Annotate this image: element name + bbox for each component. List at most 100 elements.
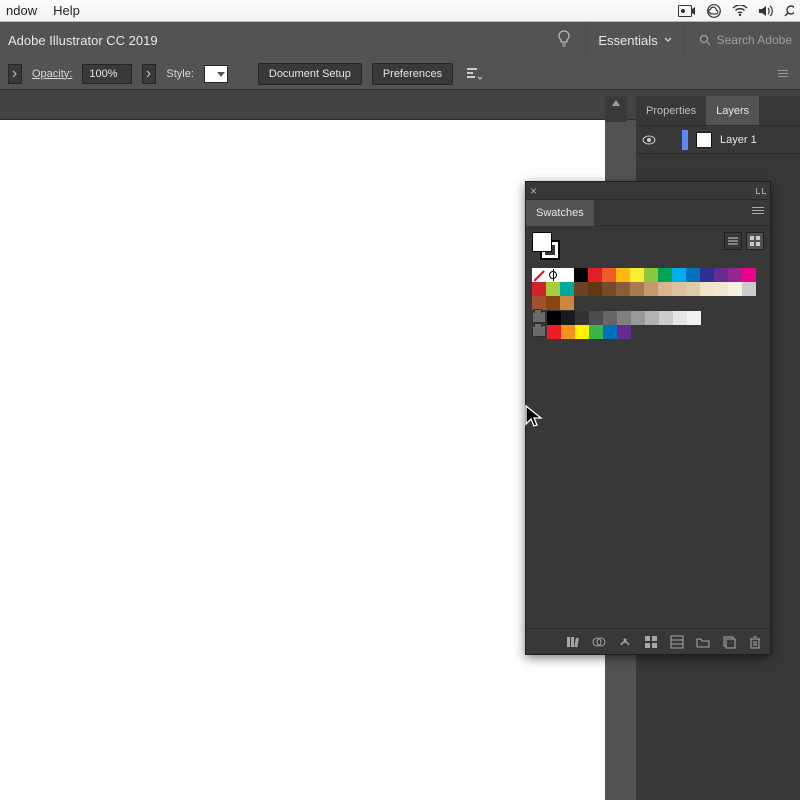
app-titlebar: Adobe Illustrator CC 2019 Essentials Sea… [0, 22, 800, 58]
swatch[interactable] [589, 311, 603, 325]
swatch[interactable] [658, 268, 672, 282]
swatch[interactable] [742, 268, 756, 282]
swatches-panel[interactable]: × Swatches [525, 181, 771, 655]
opacity-dropdown-icon[interactable] [142, 64, 156, 84]
swatch[interactable] [673, 311, 687, 325]
new-icon[interactable] [722, 635, 736, 649]
swatch[interactable] [574, 268, 588, 282]
swatch[interactable] [687, 311, 701, 325]
new-color-group-icon[interactable] [644, 635, 658, 649]
swatch[interactable] [658, 282, 672, 296]
prev-panel-icon[interactable] [8, 64, 22, 84]
swatch-group-icon[interactable] [532, 311, 546, 323]
swatch[interactable] [714, 268, 728, 282]
tab-layers[interactable]: Layers [706, 96, 759, 125]
swatch[interactable] [617, 311, 631, 325]
fill-stroke-proxy[interactable] [532, 232, 560, 260]
swatch[interactable] [631, 311, 645, 325]
swatch-options-icon[interactable] [618, 635, 632, 649]
close-icon[interactable]: × [530, 185, 537, 197]
swatch[interactable] [547, 325, 561, 339]
document-setup-button[interactable]: Document Setup [258, 63, 362, 85]
new-swatch-icon[interactable] [670, 635, 684, 649]
swatch-libraries-icon[interactable] [566, 635, 580, 649]
swatch[interactable] [700, 268, 714, 282]
swatch[interactable] [644, 282, 658, 296]
swatch-kind-icon[interactable] [592, 635, 606, 649]
artboard[interactable] [0, 120, 605, 800]
swatch[interactable] [532, 268, 546, 282]
swatch[interactable] [630, 268, 644, 282]
swatch[interactable] [728, 282, 742, 296]
swatch[interactable] [532, 282, 546, 296]
swatch[interactable] [560, 282, 574, 296]
swatch[interactable] [616, 268, 630, 282]
control-bar: Opacity: 100% Style: Document Setup Pref… [0, 58, 800, 90]
swatch[interactable] [588, 268, 602, 282]
tips-bulb-icon[interactable] [557, 30, 571, 51]
visibility-icon[interactable] [642, 133, 656, 147]
swatch[interactable] [645, 311, 659, 325]
workspace-switcher[interactable]: Essentials [585, 22, 684, 58]
swatch[interactable] [728, 268, 742, 282]
swatch[interactable] [546, 282, 560, 296]
tab-properties[interactable]: Properties [636, 96, 706, 125]
scroll-arrow-up[interactable] [605, 96, 627, 122]
search-icon-partial[interactable] [784, 4, 794, 18]
layer-name[interactable]: Layer 1 [720, 134, 757, 146]
swatch[interactable] [588, 282, 602, 296]
swatch-group-icon[interactable] [532, 325, 546, 337]
screen-record-icon[interactable] [678, 5, 696, 17]
swatch[interactable] [686, 282, 700, 296]
list-view-icon[interactable] [724, 232, 742, 250]
swatch[interactable] [630, 282, 644, 296]
swatch[interactable] [617, 325, 631, 339]
trash-icon[interactable] [748, 635, 762, 649]
creative-cloud-icon[interactable] [706, 4, 722, 18]
swatch[interactable] [616, 282, 630, 296]
volume-icon[interactable] [758, 5, 774, 17]
swatch[interactable] [560, 268, 574, 282]
tab-swatches[interactable]: Swatches [526, 200, 594, 226]
preferences-button[interactable]: Preferences [372, 63, 453, 85]
panel-dock-icon[interactable] [774, 62, 792, 86]
swatch[interactable] [644, 268, 658, 282]
swatch[interactable] [546, 296, 560, 310]
swatch[interactable] [561, 325, 575, 339]
menu-help[interactable]: Help [53, 3, 80, 18]
swatches-footer [526, 628, 770, 654]
menu-window[interactable]: ndow [6, 3, 37, 18]
swatch[interactable] [672, 282, 686, 296]
swatch[interactable] [603, 325, 617, 339]
fill-proxy[interactable] [532, 232, 552, 252]
collapse-icon[interactable] [756, 188, 766, 194]
swatches-titlebar[interactable]: × [526, 182, 770, 200]
swatch[interactable] [560, 296, 574, 310]
swatch[interactable] [714, 282, 728, 296]
grid-view-icon[interactable] [746, 232, 764, 250]
swatch[interactable] [561, 311, 575, 325]
swatch[interactable] [575, 311, 589, 325]
swatch[interactable] [547, 311, 561, 325]
swatch[interactable] [602, 282, 616, 296]
style-swatch[interactable] [204, 65, 228, 83]
swatch[interactable] [574, 282, 588, 296]
search-adobe[interactable]: Search Adobe [699, 33, 792, 47]
swatch[interactable] [532, 296, 546, 310]
swatch[interactable] [602, 268, 616, 282]
folder-icon[interactable] [696, 635, 710, 649]
swatch[interactable] [659, 311, 673, 325]
swatch[interactable] [589, 325, 603, 339]
swatch[interactable] [546, 268, 560, 282]
swatch[interactable] [672, 268, 686, 282]
swatch[interactable] [700, 282, 714, 296]
swatch[interactable] [575, 325, 589, 339]
layer-row[interactable]: Layer 1 [636, 126, 800, 154]
wifi-icon[interactable] [732, 5, 748, 17]
swatch[interactable] [603, 311, 617, 325]
align-flyout-icon[interactable] [463, 63, 485, 85]
opacity-field[interactable]: 100% [82, 64, 132, 84]
swatch[interactable] [686, 268, 700, 282]
panel-menu-icon[interactable] [752, 207, 764, 214]
swatch[interactable] [742, 282, 756, 296]
